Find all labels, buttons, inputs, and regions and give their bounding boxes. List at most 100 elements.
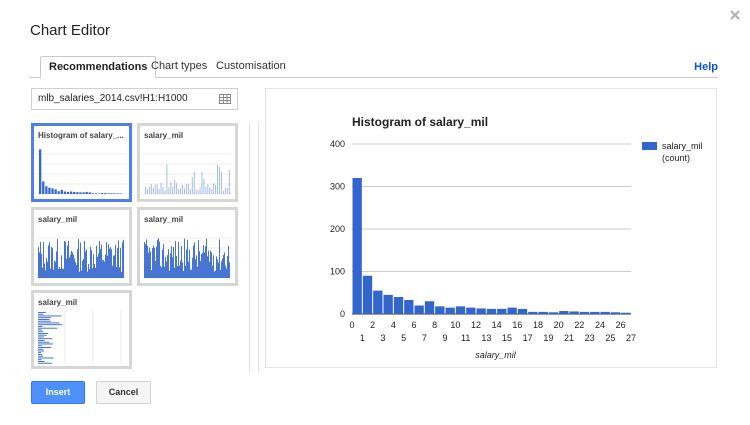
- thumbnail-bar: [225, 265, 226, 278]
- thumbnail-bar: [222, 258, 223, 278]
- histogram-bar: [414, 305, 424, 314]
- thumbnail-bar: [66, 191, 70, 194]
- thumbnail-bar: [71, 250, 72, 278]
- thumbnail-bar: [115, 244, 116, 278]
- thumbnail-bar: [82, 260, 83, 278]
- x-tick-label: 8: [432, 320, 437, 330]
- thumbnail-bar: [49, 242, 50, 278]
- thumbnail-bar: [58, 268, 59, 278]
- thumbnail-bar: [86, 249, 87, 278]
- thumbnail-bar: [103, 260, 104, 278]
- thumbnail-column-sparse[interactable]: salary_mil: [137, 123, 238, 202]
- x-tick-label: 4: [391, 320, 396, 330]
- thumbnail-bar: [47, 261, 48, 278]
- thumbnail-bar: [213, 183, 215, 194]
- thumbnail-bar: [48, 245, 49, 278]
- thumbnail-bar: [174, 179, 176, 194]
- thumbnail-bar: [212, 265, 213, 278]
- tab-customisation[interactable]: Customisation: [208, 56, 294, 78]
- thumbnail-column-sparse-chart: [143, 153, 232, 195]
- thumbnail-bar: [224, 252, 225, 278]
- thumbnail-bar: [177, 265, 178, 278]
- thumbnail-bar: [53, 269, 54, 278]
- thumbnail-histogram-chart: [37, 149, 126, 195]
- thumbnail-bar: [170, 181, 172, 194]
- thumbnail-bar: [94, 193, 98, 194]
- close-icon[interactable]: [728, 8, 742, 22]
- thumbnail-bar: [57, 191, 60, 194]
- insert-button[interactable]: Insert: [31, 381, 85, 404]
- thumbnail-bar: [166, 164, 168, 194]
- thumbnail-bar: [72, 252, 73, 278]
- thumbnail-bar: [97, 256, 98, 278]
- thumbnail-bar: [209, 187, 211, 194]
- thumbnail-bar: [156, 246, 157, 278]
- thumbnail-bar: [211, 189, 213, 194]
- thumbnail-bar: [119, 267, 120, 278]
- thumbnail-bar: [150, 183, 152, 194]
- thumbnail-column-dense-chart: [37, 237, 126, 279]
- x-axis-label: salary_mil: [475, 350, 517, 360]
- thumbnail-bar: [68, 240, 69, 278]
- data-range-value: mlb_salaries_2014.csv!H1:H1000: [38, 93, 188, 104]
- histogram-bar: [445, 307, 455, 314]
- x-tick-label: 15: [502, 333, 512, 343]
- x-tick-label: 17: [523, 333, 533, 343]
- thumbnail-bar: [38, 350, 44, 352]
- thumbnail-bar: [164, 266, 165, 278]
- thumbnail-bar: [157, 239, 158, 278]
- histogram-bar: [486, 308, 497, 314]
- thumbnail-bar: [211, 252, 212, 278]
- histogram-bar: [579, 311, 590, 314]
- thumbnail-bar: [152, 187, 154, 194]
- thumbnail-bar: [229, 262, 230, 278]
- thumbnail-bar: [162, 187, 164, 194]
- thumbnail-bar: [227, 255, 228, 278]
- thumbnail-bar: [189, 249, 190, 278]
- tab-recommendations[interactable]: Recommendations: [40, 56, 157, 79]
- thumbnail-bar: [172, 257, 173, 278]
- thumbnail-bar: [226, 187, 228, 194]
- histogram-bar: [404, 299, 414, 314]
- x-tick-label: 0: [349, 320, 354, 330]
- thumbnail-bar: [147, 245, 148, 278]
- histogram-bar: [600, 311, 610, 314]
- thumbnail-bar: [196, 255, 197, 278]
- thumbnail-bar: [146, 239, 147, 278]
- thumbnail-bar: [226, 268, 227, 278]
- recommendations-scrollbar[interactable]: [249, 122, 259, 372]
- thumbnail-histogram[interactable]: Histogram of salary_...: [31, 123, 132, 202]
- select-range-grid-icon[interactable]: [219, 94, 231, 104]
- thumbnail-bar: [181, 246, 182, 278]
- thumbnail-bar: [92, 268, 93, 278]
- data-range-input[interactable]: mlb_salaries_2014.csv!H1:H1000: [31, 88, 238, 110]
- thumbnail-bar: [189, 189, 191, 194]
- thumbnail-bar: [218, 262, 219, 278]
- thumbnail-bar: [88, 192, 91, 194]
- thumbnail-bar: [101, 244, 102, 278]
- thumbnail-bar: [106, 242, 107, 278]
- thumbnail-bar: [79, 192, 82, 194]
- thumbnail-bar: [38, 340, 45, 341]
- thumbnail-bar: [38, 320, 51, 322]
- thumbnail-column-dense-2[interactable]: salary_mil: [137, 207, 238, 286]
- thumbnail-bar: [166, 261, 167, 278]
- thumbnail-bar: [67, 245, 68, 278]
- thumbnail-bar: [160, 182, 162, 194]
- thumbnail-bar: [38, 319, 50, 320]
- thumbnail-bar: [113, 255, 114, 278]
- tab-chart-types[interactable]: Chart types: [143, 56, 215, 78]
- histogram-bar: [466, 307, 476, 314]
- x-tick-label: 13: [481, 333, 491, 343]
- thumbnail-bar: [80, 242, 81, 278]
- help-link[interactable]: Help: [694, 61, 718, 73]
- thumbnail-bar: [113, 193, 116, 194]
- cancel-button[interactable]: Cancel: [96, 381, 151, 404]
- thumbnail-bar: [118, 240, 119, 278]
- thumbnail-bar: [223, 254, 224, 278]
- thumbnail-bar: [51, 188, 54, 194]
- thumbnail-bar: [228, 169, 230, 194]
- thumbnail-bar-horizontal[interactable]: salary_mil: [31, 290, 132, 369]
- thumbnail-column-dense[interactable]: salary_mil: [31, 207, 132, 286]
- thumbnail-bar: [57, 238, 58, 278]
